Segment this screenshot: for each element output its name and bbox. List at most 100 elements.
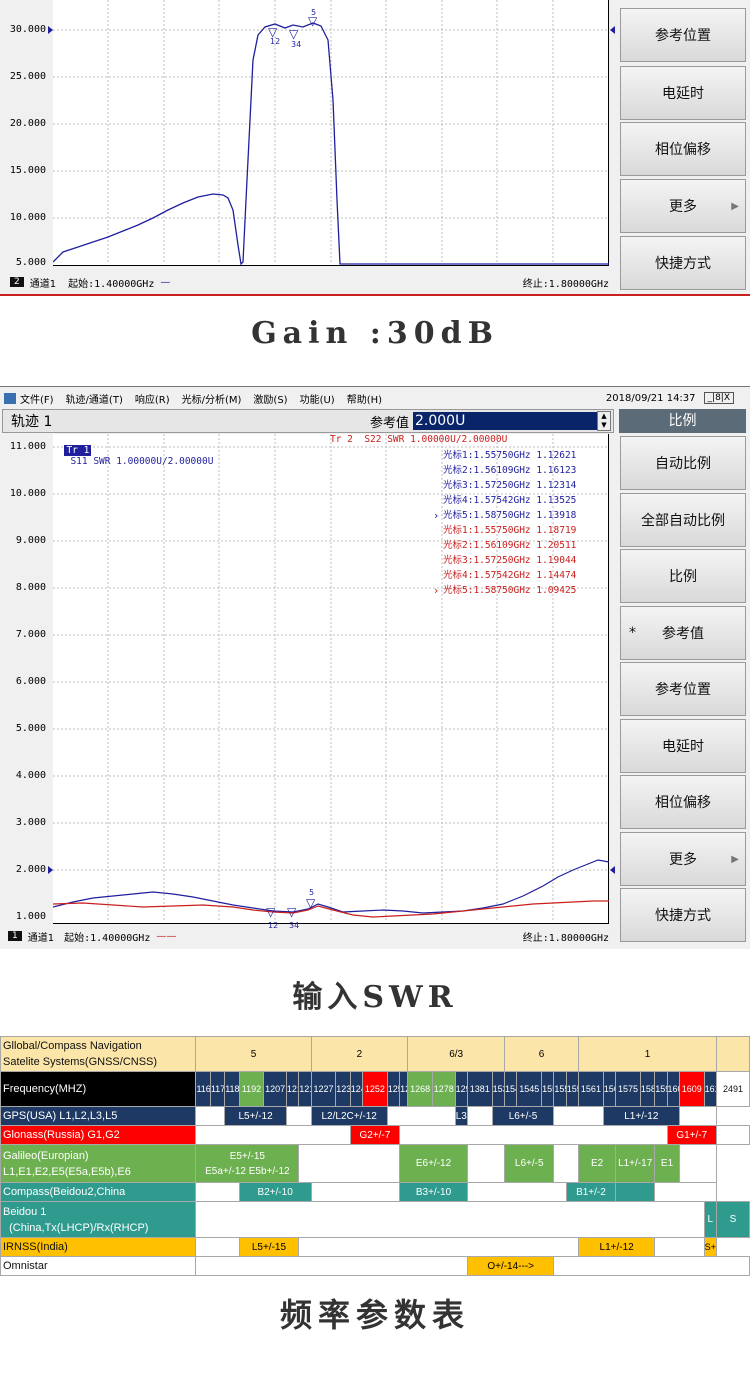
row-gps: GPS(USA) L1,L2,L3,L5 (0, 1106, 197, 1126)
swr-y-tick: 4.000 (15, 770, 46, 781)
omnistar-cell: O+/-14---> (466, 1256, 555, 1276)
frequency-cell: 1258 (386, 1071, 401, 1107)
chevron-right-icon: ▶ (731, 853, 739, 865)
start-freq: 起始:1.40000GHz (68, 278, 155, 290)
galileo-l6-cell: L6+/-5 (504, 1144, 555, 1183)
tr1-tag[interactable]: Tr 1 (64, 445, 92, 456)
frequency-cell: 1188 (224, 1071, 240, 1107)
marker-triangle-icon: ▽ (268, 25, 278, 39)
row-irnss: IRNSS(India) (0, 1237, 197, 1257)
menu-help[interactable]: 帮助(H) (347, 391, 382, 406)
stop-freq: 终止:1.80000GHz (522, 932, 609, 944)
compass-b3-cell: B3+/-10 (399, 1182, 468, 1202)
gain-y-tick: 15.000 (9, 165, 46, 176)
frequency-cell: 1239 (335, 1071, 351, 1107)
row-compass: Compass(Beidou2,China (0, 1182, 197, 1202)
irnss-s-cell: S+/-15 (703, 1237, 718, 1257)
marker-readout: 光标4:1.57542GHz 1.14474 (443, 570, 577, 581)
trace-title: 轨迹 1 (11, 414, 53, 430)
marker-readout: 光标3:1.57250GHz 1.19044 (443, 555, 577, 566)
ref-arrow-icon (48, 866, 53, 874)
frequency-cell: 1616 (703, 1071, 718, 1107)
menu-marker-analysis[interactable]: 光标/分析(M) (182, 391, 242, 406)
tr2-desc: Tr 2 S22 SWR 1.00000U/2.00000U (330, 434, 508, 445)
ref-value-input[interactable]: 2.000U (413, 412, 597, 430)
frequency-cell: 1268 (407, 1071, 433, 1107)
softkey-autoscale[interactable]: 自动比例 (620, 436, 746, 490)
marker-triangle-icon: ▽ (266, 905, 276, 919)
channel-number-badge: 2 (10, 277, 24, 287)
gps-l5-cell: L5+/-12 (224, 1106, 287, 1126)
row-beidou1: Beidou 1 (China,Tx(LHCP)/Rx(RHCP) (0, 1201, 197, 1238)
ref-arrow-icon (610, 866, 615, 874)
table-title: Gllobal/Compass Navigation Satelite Syste… (0, 1036, 197, 1072)
softkey-shortcuts[interactable]: 快捷方式 (620, 888, 746, 942)
row-galileo: Galileo(Europian) L1,E1,E2,E5(E5a,E5b),E6 (0, 1144, 197, 1183)
softkey-more[interactable]: 更多 ▶ (620, 179, 746, 233)
softkey-scale[interactable]: 比例 (620, 549, 746, 603)
menu-trace-channel[interactable]: 轨迹/通道(T) (66, 391, 123, 406)
marker-triangle-icon: ▽ (306, 896, 316, 910)
galileo-e1-cell: E1 (654, 1144, 680, 1183)
marker-readout: 光标4:1.57542GHz 1.13525 (443, 495, 577, 506)
active-marker-chevron-icon: › (434, 509, 439, 522)
softkey-ref-position[interactable]: 参考位置 (620, 8, 746, 62)
frequency-cell: 1245 (349, 1071, 364, 1107)
swr-y-tick: 8.000 (15, 582, 46, 593)
ref-value-spinner[interactable]: ▲ ▼ (597, 411, 611, 431)
softkey-electrical-delay[interactable]: 电延时 (620, 66, 746, 120)
caption-swr: 输入SWR (292, 980, 458, 1015)
swr-y-tick: 11.000 (9, 441, 46, 452)
menu-function[interactable]: 功能(U) (300, 391, 335, 406)
softkey-shortcuts[interactable]: 快捷方式 (620, 236, 746, 290)
trace1-header: Tr 1 S11 SWR 1.00000U/2.00000U (53, 434, 213, 467)
gain-y-tick: 20.000 (9, 118, 46, 129)
marker-triangle-icon: ▽ (308, 14, 318, 28)
marker-readout: 光标1:1.55750GHz 1.18719 (443, 525, 577, 536)
frequency-cell: 1227 (310, 1071, 337, 1107)
swr-y-tick: 10.000 (9, 488, 46, 499)
marker-triangle-icon: ▽ (289, 27, 299, 41)
menu-response[interactable]: 响应(R) (135, 391, 170, 406)
marker-label: 34 (291, 40, 302, 49)
frequency-cell: 1278 (431, 1071, 456, 1107)
softkey-electrical-delay[interactable]: 电延时 (620, 719, 746, 773)
channel-label: 通道1 (29, 278, 57, 290)
marker-readout: 光标2:1.56109GHz 1.16123 (443, 465, 577, 476)
swr-y-tick: 7.000 (15, 629, 46, 640)
group-header: 6/3 (407, 1036, 506, 1072)
gps-l6-cell: L6+/-5 (491, 1106, 555, 1126)
trace-legend-line: — (160, 276, 171, 288)
irnss-l1-cell: L1+/-12 (578, 1237, 656, 1257)
group-header: 6 (504, 1036, 580, 1072)
swr-y-tick: 2.000 (15, 864, 46, 875)
softkey-phase-offset[interactable]: 相位偏移 (620, 122, 746, 176)
frequency-cell: 1176 (209, 1071, 226, 1107)
marker-readout: 光标5:1.58750GHz 1.09425 (443, 585, 577, 596)
glonass-g2-cell: G2+/-7 (349, 1125, 401, 1145)
panel-title: 比例 (619, 409, 746, 433)
softkey-autoscale-all[interactable]: 全部自动比例 (620, 493, 746, 547)
frequency-cell: 2491 (715, 1071, 750, 1107)
frequency-cell: 1164 (195, 1071, 211, 1107)
row-omnistar: Omnistar (0, 1256, 197, 1276)
status-bar: 2 通道1 起始:1.40000GHz — 终止:1.80000GHz (0, 272, 615, 292)
menu-file[interactable]: 文件(F) (20, 391, 54, 406)
softkey-ref-position[interactable]: 参考位置 (620, 662, 746, 716)
window-border (0, 294, 750, 296)
window-controls[interactable]: _|8|X (703, 392, 734, 404)
softkey-phase-offset[interactable]: 相位偏移 (620, 775, 746, 829)
gps-l2-cell: L2/L2C+/-12 (310, 1106, 388, 1126)
beidou1-l-cell: L (703, 1201, 718, 1238)
datetime: 2018/09/21 14:37 (605, 392, 696, 404)
swr-y-tick: 5.000 (15, 723, 46, 734)
frequency-cell: 1587 (639, 1071, 656, 1107)
menu-stimulus[interactable]: 激励(S) (253, 391, 287, 406)
galileo-e6-cell: E6+/-12 (399, 1144, 468, 1183)
status-bar: 1 通道1 起始:1.40000GHz —— 终止:1.80000GHz (0, 926, 615, 946)
frequency-cell: 1545 (516, 1071, 543, 1107)
softkey-ref-value[interactable]: * 参考值 (620, 606, 746, 660)
gain-y-tick: 5.000 (15, 257, 46, 268)
trace-legend-line: —— (156, 930, 177, 942)
softkey-more[interactable]: 更多 ▶ (620, 832, 746, 886)
